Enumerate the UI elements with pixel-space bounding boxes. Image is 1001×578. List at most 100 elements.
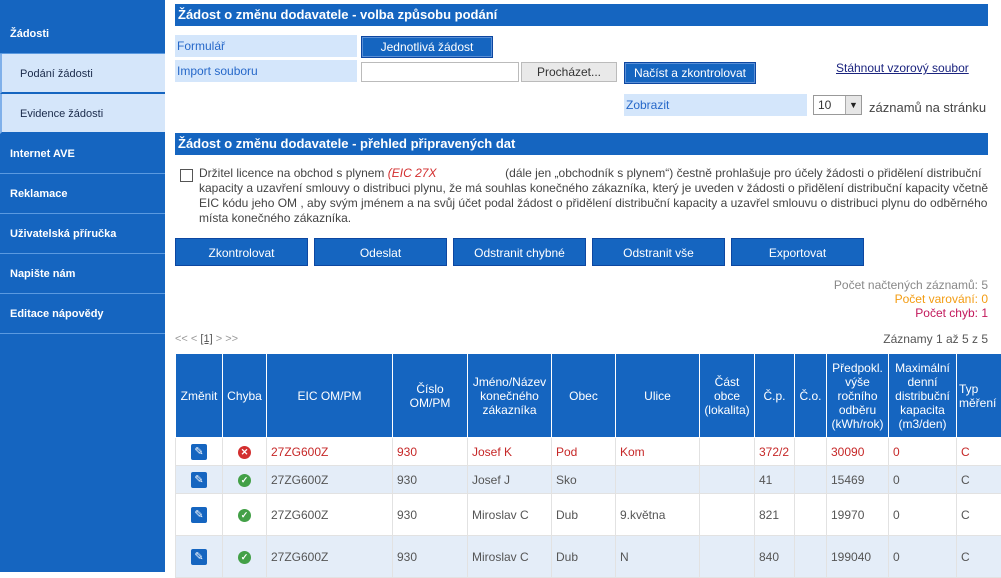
- import-label: Import souboru: [175, 60, 357, 82]
- cislo-cell: 930: [393, 466, 468, 494]
- declaration-eic: (EIC 27X: [388, 166, 437, 180]
- export-button[interactable]: Exportovat: [731, 238, 864, 266]
- nav-evidence-zadosti[interactable]: Evidence žádosti: [0, 94, 165, 134]
- co-cell: [795, 536, 827, 578]
- warning-count: Počet varování: 0: [895, 292, 988, 306]
- nav-zadosti[interactable]: Žádosti: [0, 14, 165, 54]
- status-cell: ✓: [223, 536, 267, 578]
- edit-pencil-icon[interactable]: ✎: [191, 472, 207, 488]
- odber-cell: 30090: [827, 438, 889, 466]
- check-button[interactable]: Zkontrolovat: [175, 238, 308, 266]
- error-count: Počet chyb: 1: [915, 306, 988, 320]
- typ-cell: C: [957, 536, 1001, 578]
- co-cell: [795, 438, 827, 466]
- cast-cell: [700, 536, 755, 578]
- chevron-down-icon: ▼: [845, 96, 861, 114]
- pager-current[interactable]: [1]: [200, 333, 212, 345]
- edit-cell: ✎: [176, 438, 223, 466]
- nav-podani-zadosti[interactable]: Podání žádosti: [0, 54, 165, 94]
- form-label: Formulář: [175, 35, 357, 57]
- cast-cell: [700, 466, 755, 494]
- load-and-check-button[interactable]: Načíst a zkontrolovat: [624, 62, 756, 84]
- ulice-cell: N: [616, 536, 700, 578]
- col-header: Obec: [552, 354, 616, 438]
- cp-cell: 372/2: [755, 438, 795, 466]
- pager-prev[interactable]: <: [191, 333, 197, 345]
- kapacita-cell: 0: [889, 466, 957, 494]
- col-header: EIC OM/PM: [267, 354, 393, 438]
- obec-cell: Sko: [552, 466, 616, 494]
- ulice-cell: 9.května: [616, 494, 700, 536]
- col-header: Typ měření: [957, 354, 1001, 438]
- remove-invalid-button[interactable]: Odstranit chybné: [453, 238, 586, 266]
- ulice-cell: [616, 466, 700, 494]
- per-page-text: záznamů na stránku: [869, 100, 986, 115]
- table-row: ✎ ✓ 27ZG600Z 930 Josef J Sko 41 15469 0 …: [176, 466, 1001, 494]
- col-header: Předpokl. výše ročního odběru (kWh/rok): [827, 354, 889, 438]
- remove-all-button[interactable]: Odstranit vše: [592, 238, 725, 266]
- overview-section-title: Žádost o změnu dodavatele - přehled přip…: [175, 133, 988, 155]
- table-row: ✎ ✓ 27ZG600Z 930 Miroslav C Dub 9.května…: [176, 494, 1001, 536]
- declaration-text: Držitel licence na obchod s plynem (EIC …: [199, 166, 989, 226]
- pager-next[interactable]: >: [216, 333, 222, 345]
- submit-section-title: Žádost o změnu dodavatele - volba způsob…: [175, 4, 988, 26]
- typ-cell: C: [957, 438, 1001, 466]
- check-ok-icon: ✓: [238, 509, 251, 522]
- nav-uzivatelska-prirucka[interactable]: Uživatelská příručka: [0, 214, 165, 254]
- kapacita-cell: 0: [889, 494, 957, 536]
- eic-cell: 27ZG600Z: [267, 466, 393, 494]
- jmeno-cell: Josef K: [468, 438, 552, 466]
- table-header-row: Změnit Chyba EIC OM/PM Číslo OM/PM Jméno…: [176, 354, 1001, 438]
- sidebar: Žádosti Podání žádosti Evidence žádosti …: [0, 0, 165, 572]
- nav-internet-ave[interactable]: Internet AVE: [0, 134, 165, 174]
- cislo-cell: 930: [393, 438, 468, 466]
- browse-button[interactable]: Procházet...: [521, 62, 617, 82]
- col-header: Č.p.: [755, 354, 795, 438]
- co-cell: [795, 494, 827, 536]
- records-summary: Záznamy 1 až 5 z 5: [883, 332, 988, 346]
- pager-first[interactable]: <<: [175, 333, 188, 345]
- send-button[interactable]: Odeslat: [314, 238, 447, 266]
- main-content: Žádost o změnu dodavatele - volba způsob…: [175, 0, 1001, 572]
- edit-pencil-icon[interactable]: ✎: [191, 444, 207, 460]
- edit-cell: ✎: [176, 536, 223, 578]
- typ-cell: C: [957, 494, 1001, 536]
- cp-cell: 840: [755, 536, 795, 578]
- edit-cell: ✎: [176, 466, 223, 494]
- cast-cell: [700, 494, 755, 536]
- requests-table: Změnit Chyba EIC OM/PM Číslo OM/PM Jméno…: [175, 353, 1001, 578]
- status-cell: ✕: [223, 438, 267, 466]
- edit-pencil-icon[interactable]: ✎: [191, 507, 207, 523]
- col-header: Část obce (lokalita): [700, 354, 755, 438]
- nav-napiste-nam[interactable]: Napište nám: [0, 254, 165, 294]
- page-size-value: 10: [818, 98, 831, 112]
- typ-cell: C: [957, 466, 1001, 494]
- error-icon: ✕: [238, 446, 251, 459]
- declaration-prefix: Držitel licence na obchod s plynem: [199, 166, 384, 180]
- declaration-checkbox[interactable]: [180, 169, 193, 182]
- file-path-input[interactable]: [361, 62, 519, 82]
- download-sample-link[interactable]: Stáhnout vzorový soubor: [836, 61, 969, 75]
- table-row: ✎ ✓ 27ZG600Z 930 Miroslav C Dub N 840 19…: [176, 536, 1001, 578]
- jmeno-cell: Miroslav C: [468, 536, 552, 578]
- show-label: Zobrazit: [624, 94, 807, 116]
- edit-pencil-icon[interactable]: ✎: [191, 549, 207, 565]
- page-size-select[interactable]: 10 ▼: [813, 95, 862, 115]
- cislo-cell: 930: [393, 536, 468, 578]
- table-row: ✎ ✕ 27ZG600Z 930 Josef K Pod Kom 372/2 3…: [176, 438, 1001, 466]
- odber-cell: 199040: [827, 536, 889, 578]
- obec-cell: Dub: [552, 536, 616, 578]
- nav-editace-napovedy[interactable]: Editace nápovědy: [0, 294, 165, 334]
- single-request-button[interactable]: Jednotlivá žádost: [361, 36, 493, 58]
- eic-cell: 27ZG600Z: [267, 438, 393, 466]
- nav-reklamace[interactable]: Reklamace: [0, 174, 165, 214]
- cast-cell: [700, 438, 755, 466]
- pager-last[interactable]: >>: [225, 333, 238, 345]
- col-header: Změnit: [176, 354, 223, 438]
- kapacita-cell: 0: [889, 536, 957, 578]
- jmeno-cell: Miroslav C: [468, 494, 552, 536]
- col-header: Maximální denní distribuční kapacita (m3…: [889, 354, 957, 438]
- col-header: Číslo OM/PM: [393, 354, 468, 438]
- col-header: Ulice: [616, 354, 700, 438]
- eic-cell: 27ZG600Z: [267, 536, 393, 578]
